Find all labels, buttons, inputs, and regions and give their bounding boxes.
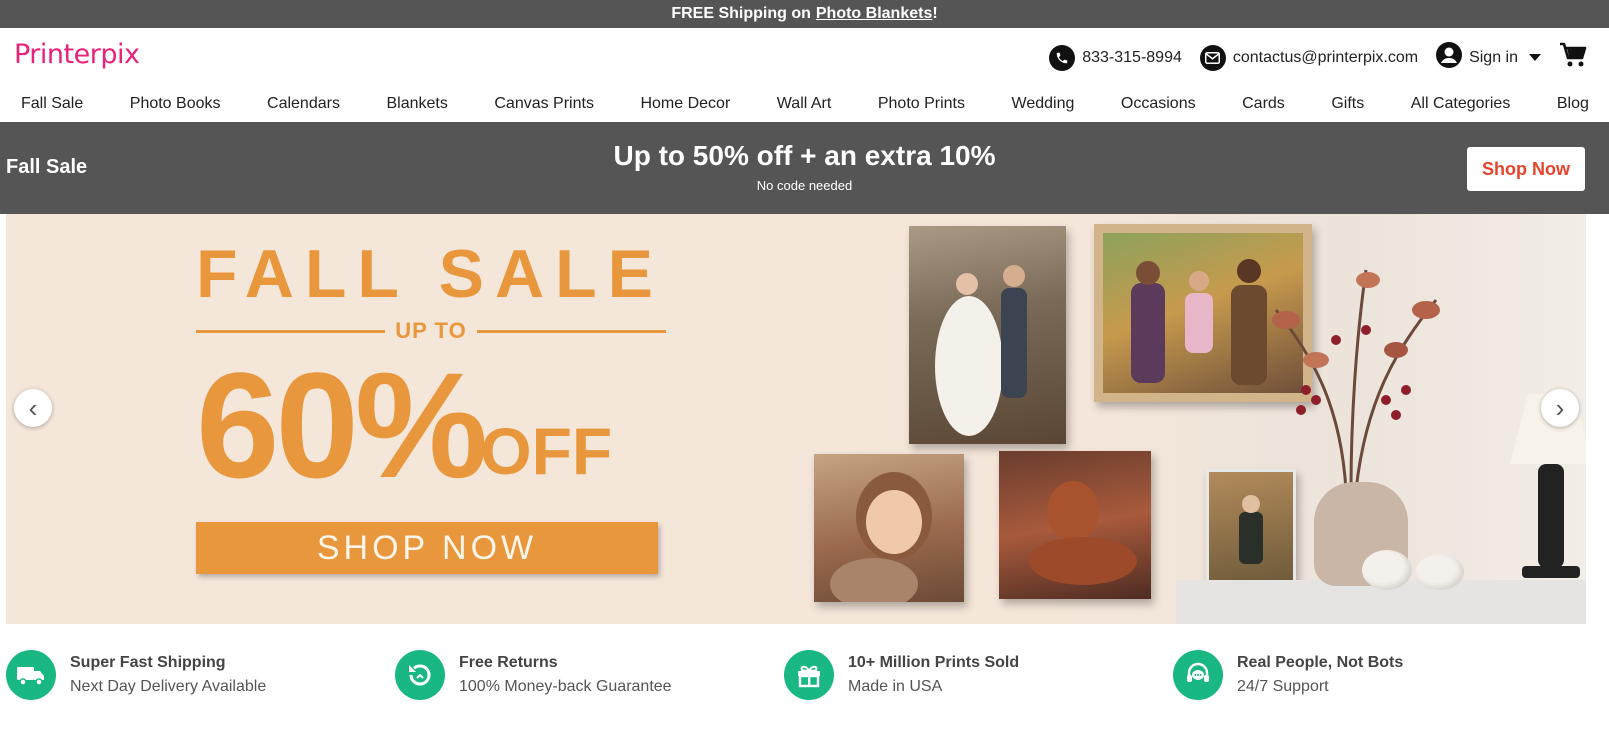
pumpkin bbox=[1362, 550, 1412, 590]
truck-icon bbox=[6, 650, 56, 700]
nav-occasions[interactable]: Occasions bbox=[1121, 95, 1196, 113]
chevron-down-icon bbox=[1529, 54, 1541, 61]
hero-copy: FALL SALE UP TO 60% OFF SHOP NOW bbox=[196, 234, 666, 574]
email-contact[interactable]: contactus@printerpix.com bbox=[1199, 44, 1419, 71]
promo-subtitle: No code needed bbox=[756, 178, 853, 193]
promo-title: Up to 50% off + an extra 10% bbox=[613, 140, 996, 171]
photo-blankets-link[interactable]: Photo Blankets bbox=[816, 5, 932, 23]
nav-blankets[interactable]: Blankets bbox=[386, 95, 447, 113]
support-icon bbox=[1173, 650, 1223, 700]
returns-icon bbox=[395, 650, 445, 700]
dog-photo-tile bbox=[999, 451, 1151, 599]
lamp-base bbox=[1522, 566, 1580, 578]
mail-icon bbox=[1199, 44, 1226, 71]
nav-photo-books[interactable]: Photo Books bbox=[130, 95, 221, 113]
feature-subtitle: Next Day Delivery Available bbox=[70, 678, 267, 695]
carousel-next-button[interactable]: › bbox=[1541, 389, 1579, 427]
nav-gifts[interactable]: Gifts bbox=[1331, 95, 1364, 113]
feature-subtitle: Made in USA bbox=[848, 678, 943, 695]
nav-canvas-prints[interactable]: Canvas Prints bbox=[494, 95, 594, 113]
phone-number: 833-315-8994 bbox=[1082, 48, 1182, 66]
wedding-photo-print bbox=[909, 226, 1066, 444]
carousel-prev-button[interactable]: ‹ bbox=[14, 389, 52, 427]
nav-all-categories[interactable]: All Categories bbox=[1411, 95, 1511, 113]
nav-blog[interactable]: Blog bbox=[1557, 95, 1589, 113]
user-icon bbox=[1436, 42, 1463, 73]
feature-text: Real People, Not Bots 24/7 Support bbox=[1237, 654, 1403, 696]
hero-shop-now-button[interactable]: SHOP NOW bbox=[196, 522, 658, 574]
phone-contact[interactable]: 833-315-8994 bbox=[1049, 44, 1182, 71]
site-header: Printerpix 833-315-8994 contactus@printe… bbox=[0, 28, 1609, 86]
feature-title: Super Fast Shipping bbox=[70, 654, 226, 671]
autumn-branches bbox=[1272, 269, 1440, 490]
cart-icon[interactable] bbox=[1559, 42, 1587, 73]
email-address: contactus@printerpix.com bbox=[1232, 48, 1419, 66]
feature-support: Real People, Not Bots 24/7 Support bbox=[1173, 650, 1403, 700]
feature-title: 10+ Million Prints Sold bbox=[848, 654, 1020, 671]
feature-text: Super Fast Shipping Next Day Delivery Av… bbox=[70, 654, 266, 696]
nav-cards[interactable]: Cards bbox=[1242, 95, 1285, 113]
gift-icon bbox=[784, 650, 834, 700]
hero-carousel[interactable]: FALL SALE UP TO 60% OFF SHOP NOW ‹ › bbox=[6, 214, 1586, 624]
nav-wedding[interactable]: Wedding bbox=[1012, 95, 1075, 113]
girl-photo-tile bbox=[814, 454, 964, 602]
main-nav: Fall Sale Photo Books Calendars Blankets… bbox=[0, 86, 1609, 122]
phone-icon bbox=[1049, 44, 1076, 71]
hero-off: OFF bbox=[480, 414, 613, 488]
hero-percent: 60% bbox=[196, 341, 488, 509]
feature-text: 10+ Million Prints Sold Made in USA bbox=[848, 654, 1019, 696]
sign-in-menu[interactable]: Sign in bbox=[1436, 42, 1541, 73]
nav-home-decor[interactable]: Home Decor bbox=[640, 95, 730, 113]
shop-now-button[interactable]: Shop Now bbox=[1467, 147, 1585, 191]
feature-subtitle: 100% Money-back Guarantee bbox=[459, 678, 672, 695]
feature-highlights: Super Fast Shipping Next Day Delivery Av… bbox=[0, 650, 1609, 710]
promo-strip: Fall Sale Up to 50% off + an extra 10% N… bbox=[0, 122, 1609, 214]
pumpkin bbox=[1416, 554, 1464, 590]
header-contact: 833-315-8994 contactus@printerpix.com Si… bbox=[1049, 42, 1587, 73]
shipping-banner-suffix: ! bbox=[932, 5, 938, 22]
lamp-stand bbox=[1538, 464, 1564, 568]
promo-message: Up to 50% off + an extra 10% No code nee… bbox=[0, 140, 1609, 193]
nav-photo-prints[interactable]: Photo Prints bbox=[878, 95, 965, 113]
hero-headline: FALL SALE bbox=[196, 236, 664, 312]
shipping-banner: FREE Shipping on Photo Blankets! bbox=[0, 0, 1609, 28]
divider bbox=[196, 329, 386, 333]
feature-subtitle: 24/7 Support bbox=[1237, 678, 1329, 695]
shipping-banner-text: FREE Shipping on bbox=[671, 5, 811, 22]
feature-returns: Free Returns 100% Money-back Guarantee bbox=[395, 650, 672, 700]
printerpix-logo[interactable]: Printerpix bbox=[14, 39, 140, 70]
divider bbox=[476, 329, 666, 333]
feature-title: Real People, Not Bots bbox=[1237, 654, 1404, 671]
feature-prints-sold: 10+ Million Prints Sold Made in USA bbox=[784, 650, 1019, 700]
hero-discount: 60% OFF bbox=[196, 350, 666, 500]
sign-in-label: Sign in bbox=[1469, 48, 1518, 66]
feature-title: Free Returns bbox=[459, 654, 558, 671]
nav-calendars[interactable]: Calendars bbox=[267, 95, 340, 113]
feature-text: Free Returns 100% Money-back Guarantee bbox=[459, 654, 672, 696]
nav-wall-art[interactable]: Wall Art bbox=[777, 95, 832, 113]
nav-fall-sale[interactable]: Fall Sale bbox=[21, 95, 83, 113]
feature-shipping: Super Fast Shipping Next Day Delivery Av… bbox=[6, 650, 266, 700]
